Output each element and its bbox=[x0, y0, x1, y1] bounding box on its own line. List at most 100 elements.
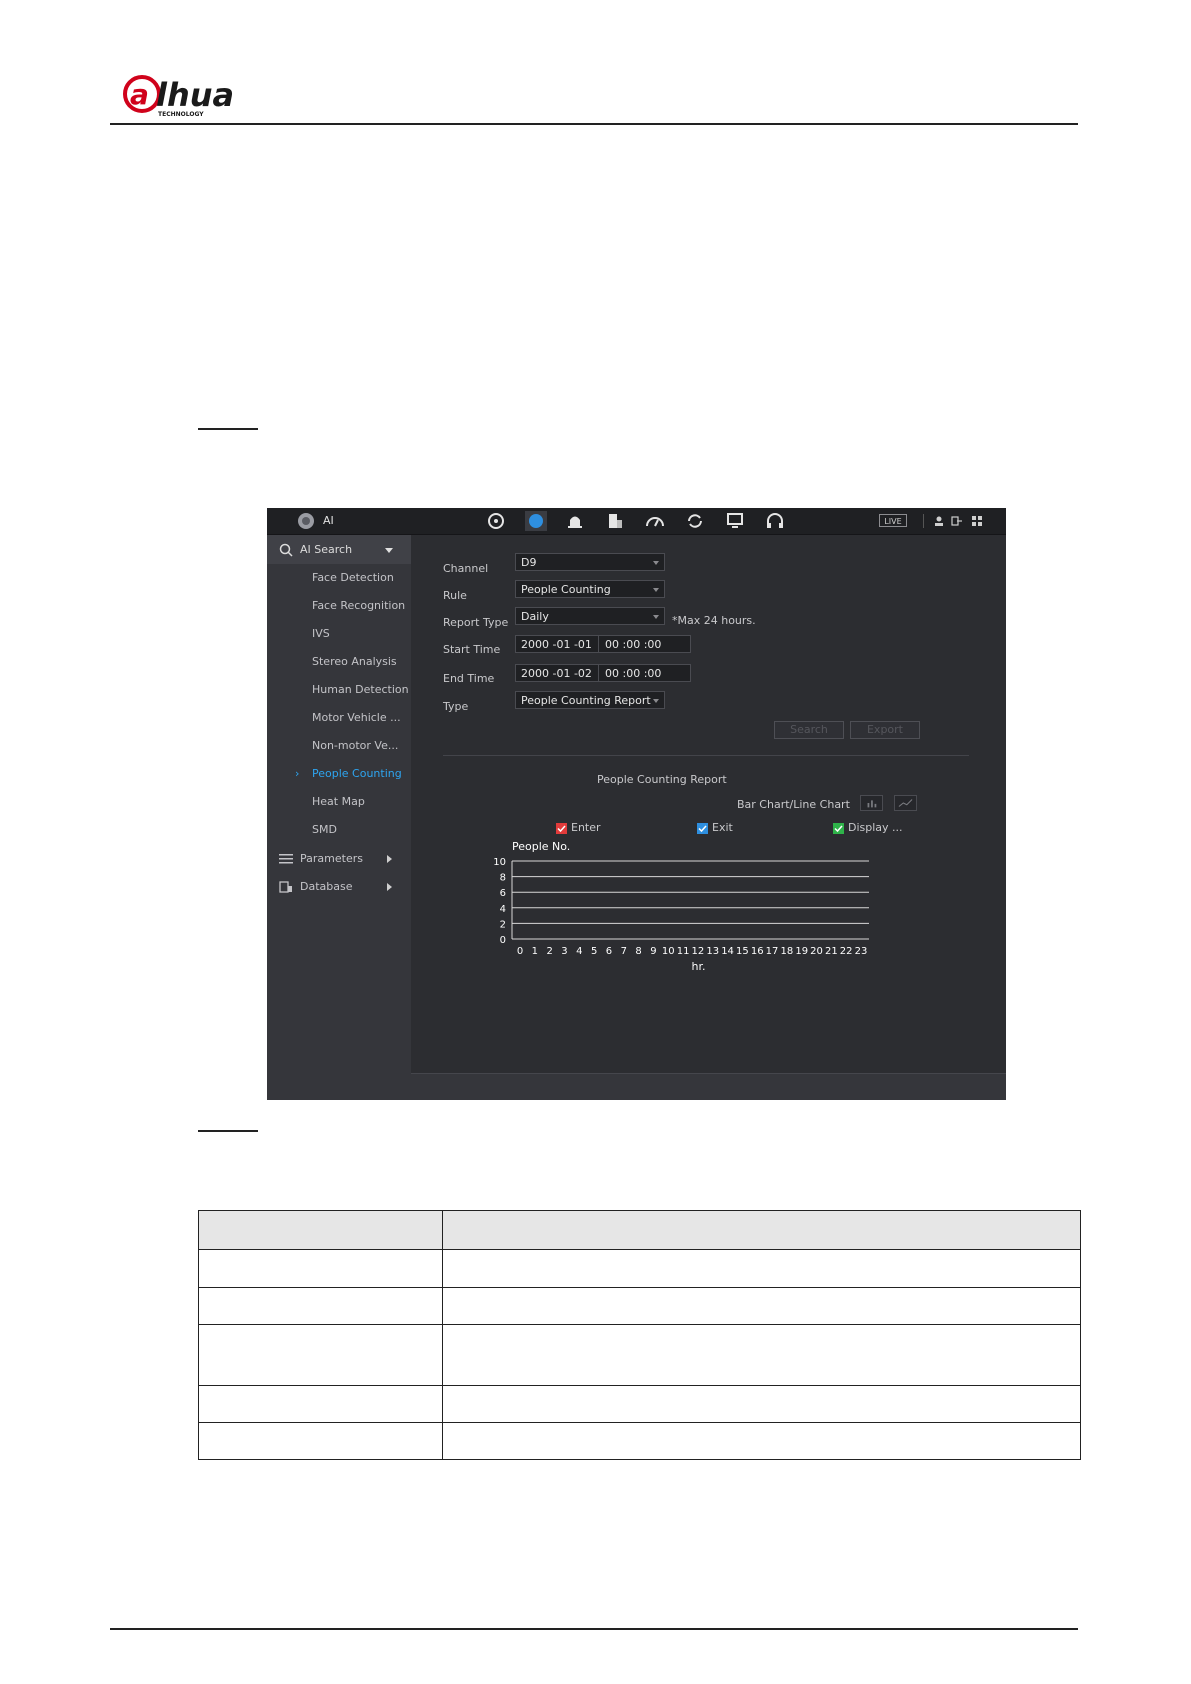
x-tick-label: 14 bbox=[721, 946, 734, 957]
enter-checkbox[interactable] bbox=[556, 823, 567, 834]
rule-value: People Counting bbox=[521, 583, 611, 596]
sidebar-item-ai-search[interactable]: AI Search bbox=[267, 535, 411, 564]
sidebar-item-label: Face Detection bbox=[312, 571, 394, 584]
svg-text:lhua: lhua bbox=[156, 76, 234, 114]
toolbar-separator bbox=[923, 514, 924, 528]
y-tick-label: 2 bbox=[500, 919, 506, 930]
x-tick-label: 4 bbox=[576, 946, 582, 957]
step-underline bbox=[198, 1130, 258, 1132]
end-time-field[interactable]: 2000 -01 -02 00 :00 :00 bbox=[515, 664, 691, 682]
field-separator bbox=[598, 665, 599, 681]
x-tick-label: 16 bbox=[751, 946, 764, 957]
search-button[interactable]: Search bbox=[774, 721, 844, 739]
sidebar-item-motor-vehicle[interactable]: Motor Vehicle ... bbox=[267, 704, 411, 732]
storage-icon[interactable] bbox=[604, 511, 626, 531]
sidebar-item-heat-map[interactable]: Heat Map bbox=[267, 788, 411, 816]
channel-label: Channel bbox=[443, 562, 489, 575]
x-tick-label: 21 bbox=[825, 946, 838, 957]
sidebar-item-database[interactable]: Database bbox=[267, 873, 411, 901]
start-date-value[interactable]: 2000 -01 -01 bbox=[521, 638, 592, 651]
display-icon[interactable] bbox=[724, 511, 746, 531]
list-icon bbox=[279, 854, 293, 864]
user-icon[interactable] bbox=[933, 515, 945, 527]
rule-select[interactable]: People Counting bbox=[515, 580, 665, 598]
display-checkbox[interactable] bbox=[833, 823, 844, 834]
sidebar-item-label: Face Recognition bbox=[312, 599, 406, 612]
y-tick-label: 0 bbox=[500, 935, 506, 946]
line-chart-icon[interactable] bbox=[894, 795, 917, 811]
sidebar-item-label: Human Detection bbox=[312, 683, 409, 696]
x-tick-label: 15 bbox=[736, 946, 749, 957]
report-type-label: Report Type bbox=[443, 616, 509, 629]
table-row bbox=[198, 1324, 1081, 1386]
start-time-value[interactable]: 00 :00 :00 bbox=[605, 638, 661, 651]
type-select[interactable]: People Counting Report bbox=[515, 691, 665, 709]
audio-icon[interactable] bbox=[764, 511, 786, 531]
table-row bbox=[198, 1385, 1081, 1423]
report-type-select[interactable]: Daily bbox=[515, 607, 665, 625]
sidebar-item-non-motor-vehicle[interactable]: Non-motor Ve... bbox=[267, 732, 411, 760]
y-tick-label: 10 bbox=[493, 857, 506, 868]
logout-icon[interactable] bbox=[951, 515, 963, 527]
field-separator bbox=[598, 636, 599, 652]
nvr-ai-window: AI LIVE AI Search Face Detection Face Re… bbox=[267, 508, 1006, 1100]
sidebar-item-people-counting[interactable]: › People Counting bbox=[267, 760, 411, 788]
type-value: People Counting Report bbox=[521, 694, 651, 707]
sidebar-item-face-recognition[interactable]: Face Recognition bbox=[267, 592, 411, 620]
bar-chart-icon[interactable] bbox=[860, 795, 883, 811]
ai-icon[interactable] bbox=[525, 511, 547, 531]
ai-search-icon bbox=[279, 543, 293, 557]
sidebar-item-smd[interactable]: SMD bbox=[267, 816, 411, 844]
x-tick-label: 23 bbox=[855, 946, 868, 957]
x-tick-label: 17 bbox=[766, 946, 779, 957]
x-tick-label: 18 bbox=[781, 946, 794, 957]
start-time-field[interactable]: 2000 -01 -01 00 :00 :00 bbox=[515, 635, 691, 653]
chevron-down-icon bbox=[385, 548, 393, 553]
sidebar-item-label: People Counting bbox=[312, 767, 402, 780]
backup-icon[interactable] bbox=[684, 511, 706, 531]
sidebar-header-label: AI Search bbox=[300, 543, 353, 556]
x-tick-label: 6 bbox=[606, 946, 612, 957]
report-type-note: *Max 24 hours. bbox=[672, 614, 756, 627]
sidebar-item-label: IVS bbox=[312, 627, 330, 640]
sidebar-item-label: SMD bbox=[312, 823, 337, 836]
header-rule bbox=[110, 123, 1078, 125]
chevron-right-icon: › bbox=[295, 767, 300, 780]
ai-brain-icon[interactable] bbox=[297, 512, 315, 530]
chevron-right-icon bbox=[387, 883, 392, 891]
performance-icon[interactable] bbox=[644, 511, 666, 531]
database-icon bbox=[279, 881, 292, 893]
table-row bbox=[198, 1249, 1081, 1288]
grid-menu-icon[interactable] bbox=[971, 515, 983, 527]
sidebar-item-label: Parameters bbox=[300, 852, 363, 865]
x-tick-label: 3 bbox=[561, 946, 567, 957]
live-button[interactable]: LIVE bbox=[879, 514, 907, 527]
sidebar-item-face-detection[interactable]: Face Detection bbox=[267, 564, 411, 592]
section-divider bbox=[443, 755, 969, 756]
x-tick-label: 19 bbox=[795, 946, 808, 957]
end-date-value[interactable]: 2000 -01 -02 bbox=[521, 667, 592, 680]
alarm-icon[interactable] bbox=[564, 511, 586, 531]
sidebar-item-human-detection[interactable]: Human Detection bbox=[267, 676, 411, 704]
report-title: People Counting Report bbox=[597, 773, 727, 786]
type-label: Type bbox=[443, 700, 469, 713]
table-header-cell bbox=[442, 1210, 1081, 1250]
x-tick-label: 12 bbox=[692, 946, 705, 957]
parameter-table bbox=[198, 1210, 1081, 1460]
x-tick-label: 2 bbox=[546, 946, 552, 957]
svg-text:a: a bbox=[130, 78, 149, 111]
sidebar-item-ivs[interactable]: IVS bbox=[267, 620, 411, 648]
sidebar-item-parameters[interactable]: Parameters bbox=[267, 845, 411, 873]
dahua-logo: a lhua TECHNOLOGY bbox=[122, 74, 262, 120]
export-button[interactable]: Export bbox=[850, 721, 920, 739]
x-tick-label: 1 bbox=[532, 946, 538, 957]
sidebar-item-stereo-analysis[interactable]: Stereo Analysis bbox=[267, 648, 411, 676]
end-time-value[interactable]: 00 :00 :00 bbox=[605, 667, 661, 680]
report-type-value: Daily bbox=[521, 610, 549, 623]
end-time-label: End Time bbox=[443, 672, 495, 685]
channel-select[interactable]: D9 bbox=[515, 553, 665, 571]
exit-checkbox[interactable] bbox=[697, 823, 708, 834]
svg-text:TECHNOLOGY: TECHNOLOGY bbox=[158, 111, 204, 118]
search-icon[interactable] bbox=[485, 511, 507, 531]
top-toolbar: AI LIVE bbox=[267, 508, 1006, 535]
